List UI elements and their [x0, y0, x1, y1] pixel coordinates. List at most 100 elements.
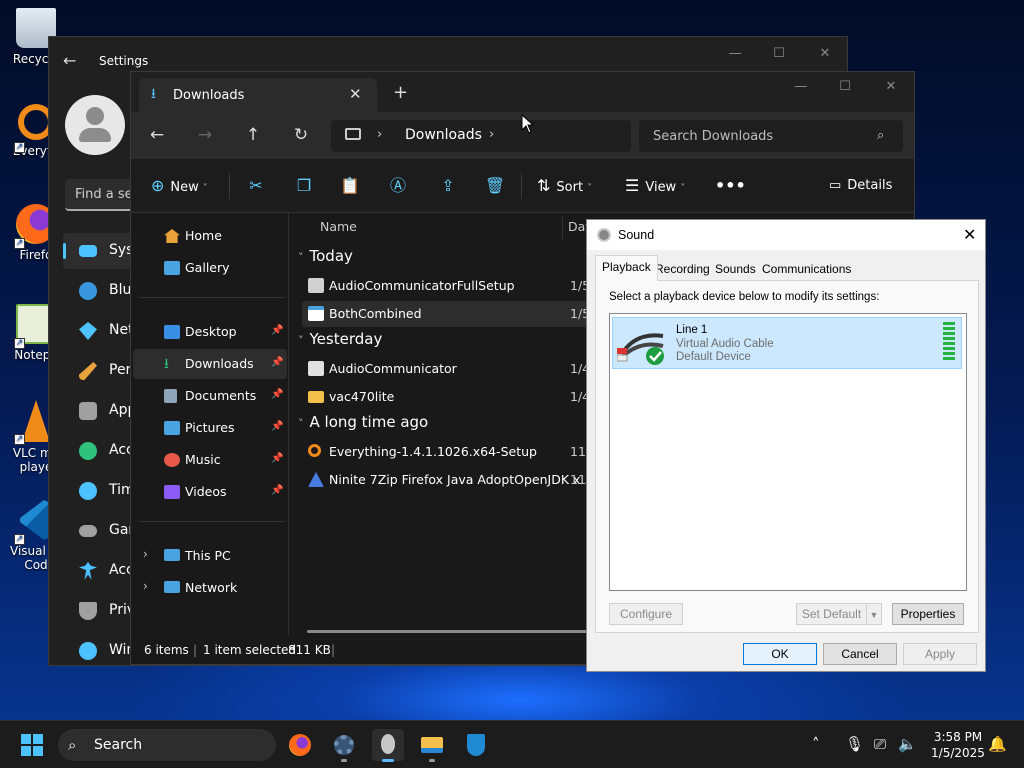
- chevron-right-icon[interactable]: ›: [489, 127, 494, 142]
- pin-icon[interactable]: 📌: [271, 357, 283, 368]
- group-header[interactable]: ˅ A long time ago: [298, 413, 428, 431]
- sort-button-label: Sort: [556, 180, 584, 195]
- view-button[interactable]: ☰ View ˅: [625, 175, 685, 197]
- column-divider[interactable]: [562, 217, 563, 239]
- this-pc-icon: [164, 549, 180, 561]
- properties-button[interactable]: Properties: [892, 603, 964, 625]
- group-header[interactable]: ˅ Yesterday: [298, 330, 382, 348]
- pictures-folder-icon: [164, 421, 180, 435]
- avatar[interactable]: [65, 95, 125, 155]
- pin-icon[interactable]: 📌: [271, 453, 283, 464]
- nav-label: Gallery: [185, 260, 230, 275]
- close-button[interactable]: ✕: [881, 78, 901, 96]
- copy-icon[interactable]: ❐: [293, 176, 315, 196]
- nav-item-desktop[interactable]: Desktop 📌: [133, 317, 287, 347]
- videos-folder-icon: [164, 485, 180, 499]
- more-options-icon[interactable]: •••: [715, 175, 746, 197]
- column-header-name[interactable]: Name: [320, 213, 357, 241]
- nav-item-videos[interactable]: Videos 📌: [133, 477, 287, 507]
- nav-label: Videos: [185, 484, 227, 499]
- device-item-line-1[interactable]: Line 1 Virtual Audio Cable Default Devic…: [612, 317, 962, 369]
- apply-button[interactable]: Apply: [903, 643, 977, 665]
- tab-sounds[interactable]: Sounds: [709, 258, 762, 280]
- configure-button[interactable]: Configure: [609, 603, 683, 625]
- pin-icon[interactable]: 📌: [271, 421, 283, 432]
- paste-icon[interactable]: 📋: [339, 176, 361, 196]
- notification-bell-icon[interactable]: 🔔: [988, 735, 1007, 753]
- nav-item-music[interactable]: Music 📌: [133, 445, 287, 475]
- search-input[interactable]: [639, 120, 869, 152]
- nav-item-home[interactable]: Home: [133, 221, 287, 251]
- up-arrow-icon[interactable]: ↑: [241, 125, 265, 145]
- start-button[interactable]: [16, 729, 48, 761]
- volume-icon[interactable]: 🔈: [898, 735, 917, 753]
- breadcrumb[interactable]: › Downloads ›: [331, 120, 631, 152]
- folder-icon: [308, 391, 324, 403]
- taskbar-settings[interactable]: [328, 729, 360, 762]
- tab-communications[interactable]: Communications: [756, 258, 857, 280]
- set-default-button[interactable]: Set Default: [796, 603, 866, 625]
- refresh-icon[interactable]: ↻: [289, 125, 313, 145]
- group-label: A long time ago: [309, 413, 429, 431]
- pin-icon[interactable]: 📌: [271, 389, 283, 400]
- nav-item-documents[interactable]: Documents 📌: [133, 381, 287, 411]
- delete-icon[interactable]: 🗑: [484, 176, 506, 196]
- taskbar-firefox[interactable]: [284, 729, 316, 761]
- microphone-icon[interactable]: 🎙: [845, 735, 864, 753]
- file-name: vac470lite: [329, 389, 395, 404]
- cut-icon[interactable]: ✂: [245, 176, 267, 196]
- close-button[interactable]: ✕: [815, 45, 835, 63]
- maximize-button[interactable]: ☐: [769, 45, 789, 63]
- file-name: Ninite 7Zip Firefox Java AdoptOpenJDK x.…: [329, 472, 593, 487]
- nav-item-network[interactable]: › Network: [133, 573, 287, 603]
- tab-playback[interactable]: Playback: [595, 255, 658, 281]
- share-icon[interactable]: ⇪: [437, 176, 459, 196]
- tab-downloads[interactable]: ⭳ Downloads ✕: [139, 78, 377, 112]
- clock[interactable]: 3:58 PM 1/5/2025: [928, 729, 988, 761]
- minimize-button[interactable]: —: [725, 45, 745, 63]
- maximize-button[interactable]: ☐: [835, 78, 855, 96]
- ok-button[interactable]: OK: [743, 643, 817, 665]
- new-button[interactable]: ⊕ New ˅: [151, 175, 208, 197]
- nav-item-gallery[interactable]: Gallery: [133, 253, 287, 283]
- set-default-dropdown[interactable]: ▼: [866, 603, 882, 625]
- close-icon[interactable]: ✕: [963, 225, 976, 245]
- back-arrow-icon[interactable]: ←: [145, 125, 169, 145]
- cancel-button[interactable]: Cancel: [823, 643, 897, 665]
- minimize-button[interactable]: —: [791, 78, 811, 96]
- chevron-right-icon[interactable]: ›: [143, 547, 148, 561]
- chevron-right-icon[interactable]: ›: [143, 579, 148, 593]
- search-icon[interactable]: ⌕: [877, 128, 884, 143]
- new-tab-button[interactable]: +: [393, 84, 408, 102]
- mouse-cursor-icon: [521, 114, 535, 134]
- window-title: Settings: [99, 54, 149, 68]
- close-tab-icon[interactable]: ✕: [349, 85, 362, 103]
- accounts-icon: [79, 442, 97, 460]
- tab-recording[interactable]: Recording: [649, 258, 716, 280]
- nav-item-downloads[interactable]: ⭳ Downloads 📌: [133, 349, 287, 379]
- navigation-pane: Home Gallery Desktop 📌 ⭳ Downloads 📌 Docume…: [131, 213, 289, 635]
- breadcrumb-item[interactable]: Downloads: [405, 127, 482, 143]
- nav-label: Pictures: [185, 420, 235, 435]
- taskbar-search[interactable]: ⌕ Search: [58, 729, 276, 761]
- network-icon: [79, 322, 97, 340]
- sort-button[interactable]: ⇅ Sort ˅: [537, 175, 592, 197]
- details-button[interactable]: ▭ Details: [829, 175, 892, 197]
- taskbar-media-app[interactable]: [372, 729, 404, 762]
- taskbar-windows-security[interactable]: [460, 729, 492, 761]
- chevron-right-icon[interactable]: ›: [377, 127, 382, 142]
- taskbar-file-explorer[interactable]: [416, 729, 448, 762]
- forward-arrow-icon[interactable]: →: [193, 125, 217, 145]
- pin-icon[interactable]: 📌: [271, 325, 283, 336]
- network-status-icon[interactable]: ⎚: [874, 735, 886, 753]
- horizontal-scrollbar[interactable]: [307, 630, 607, 633]
- accessibility-icon: [79, 562, 97, 580]
- nav-item-this-pc[interactable]: › This PC: [133, 541, 287, 571]
- pin-icon[interactable]: 📌: [271, 485, 283, 496]
- back-arrow-icon[interactable]: ←: [63, 51, 76, 70]
- group-header[interactable]: ˅ Today: [298, 247, 353, 265]
- rename-icon[interactable]: Ⓐ: [387, 176, 409, 196]
- chevron-up-icon[interactable]: ˄: [812, 735, 820, 753]
- time-icon: [79, 482, 97, 500]
- nav-item-pictures[interactable]: Pictures 📌: [133, 413, 287, 443]
